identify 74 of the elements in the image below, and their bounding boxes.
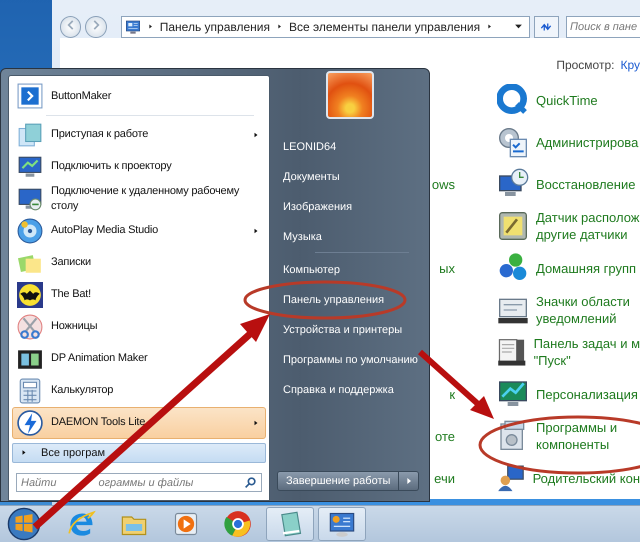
search-icon [244, 476, 257, 490]
program-item[interactable]: AutoPlay Media Studio [12, 214, 266, 247]
taskbar-button[interactable] [318, 507, 366, 541]
start-menu-link[interactable]: Изображения [275, 192, 429, 222]
start-menu-link[interactable]: Компьютер [275, 255, 429, 285]
shutdown-button[interactable]: Завершение работы [277, 471, 400, 491]
chevron-icon [17, 83, 43, 109]
program-item[interactable]: Записки [12, 246, 266, 279]
control-panel-link[interactable]: Датчик располож другие датчики [536, 209, 640, 243]
start-menu-link[interactable]: Документы [275, 162, 429, 192]
shutdown-options-button[interactable] [399, 471, 420, 491]
refresh-button[interactable] [534, 16, 559, 38]
view-label: Просмотр: [556, 58, 614, 74]
all-programs-button[interactable]: Все програм [12, 442, 266, 464]
program-item[interactable]: ButtonMaker [12, 80, 266, 112]
program-item[interactable]: The Bat! [12, 278, 266, 311]
control-panel-link[interactable]: Персонализация [536, 386, 638, 402]
control-panel-link[interactable]: Панель задач и м "Пуск" [534, 335, 640, 369]
scissors-icon [17, 314, 43, 340]
dropdown-caret-icon[interactable] [514, 22, 523, 31]
lightning-icon [17, 410, 43, 436]
breadcrumb-arrow-icon[interactable] [276, 22, 283, 31]
search-field[interactable]: Поиск в пане [566, 16, 640, 38]
control-panel-link[interactable]: Родительский кон [532, 470, 640, 486]
program-item[interactable]: Калькулятор [12, 374, 266, 407]
window-stack-icon [17, 122, 43, 148]
breadcrumb-link[interactable]: Панель управления [160, 20, 270, 34]
start-menu-link[interactable]: Музыка [275, 222, 429, 252]
program-item[interactable]: DAEMON Tools Lite [12, 406, 266, 439]
taskbar-button[interactable] [266, 507, 314, 541]
start-menu-link[interactable]: Программы по умолчанию [275, 345, 429, 375]
arrow-icon [404, 477, 413, 485]
disc-icon [17, 218, 43, 244]
control-panel-link[interactable]: оте [435, 428, 455, 444]
view-mode-link[interactable]: Кру [620, 58, 640, 79]
control-panel-link[interactable]: ых [439, 260, 455, 276]
breadcrumb-arrow-icon[interactable] [486, 22, 494, 31]
user-picture [326, 71, 374, 119]
control-panel-link[interactable]: Домашняя групп [536, 260, 636, 276]
monitor-icon [17, 154, 43, 180]
control-panel-link[interactable]: Программы и компоненты [536, 419, 618, 453]
start-menu-link[interactable]: Устройства и принтеры [275, 315, 429, 345]
start-menu-link[interactable]: LEONID64 [275, 132, 429, 162]
control-panel-link[interactable]: ows [432, 176, 455, 192]
bat-icon [17, 282, 43, 308]
control-panel-link[interactable]: Восстановление [536, 176, 636, 192]
media-player-icon [172, 510, 200, 538]
program-item[interactable]: Подключить к проектору [12, 150, 266, 183]
expand-arrow-icon [21, 448, 27, 458]
gear-icon [497, 126, 529, 158]
browser-e-icon [68, 510, 96, 538]
calculator-icon [17, 378, 43, 404]
address-bar[interactable]: Панель управления Все элементы панели управления [120, 16, 530, 38]
control-panel-link[interactable]: ечи [434, 470, 455, 486]
program-item[interactable]: Приступая к работе [12, 118, 266, 151]
search-field[interactable]: Найти ограммы и файлы [16, 473, 262, 492]
program-item[interactable]: DP Animation Maker [12, 342, 266, 375]
program-item[interactable]: Подключение к удаленному рабочему столу [12, 182, 266, 215]
browser-circle-icon [224, 510, 252, 538]
start-menu-link[interactable]: Панель управления [275, 285, 429, 315]
device-icon [497, 210, 529, 242]
control-panel-icon [328, 510, 356, 538]
control-panel-icon [124, 18, 141, 34]
breadcrumb-link[interactable]: Все элементы панели управления [289, 20, 480, 34]
start-menu-link[interactable]: Справка и поддержка [275, 375, 429, 405]
control-panel-link[interactable]: к [449, 386, 455, 402]
monitor-icon [17, 186, 43, 212]
start-orb-icon [7, 507, 41, 541]
control-panel-link[interactable]: QuickTime [536, 92, 598, 108]
program-item[interactable]: Ножницы [12, 310, 266, 343]
control-panel-link[interactable]: Значки области уведомлений [536, 293, 630, 327]
breadcrumb-arrow-icon[interactable] [146, 22, 154, 31]
control-panel-link[interactable]: Администрирова [536, 134, 638, 150]
panel-icon [497, 336, 527, 368]
